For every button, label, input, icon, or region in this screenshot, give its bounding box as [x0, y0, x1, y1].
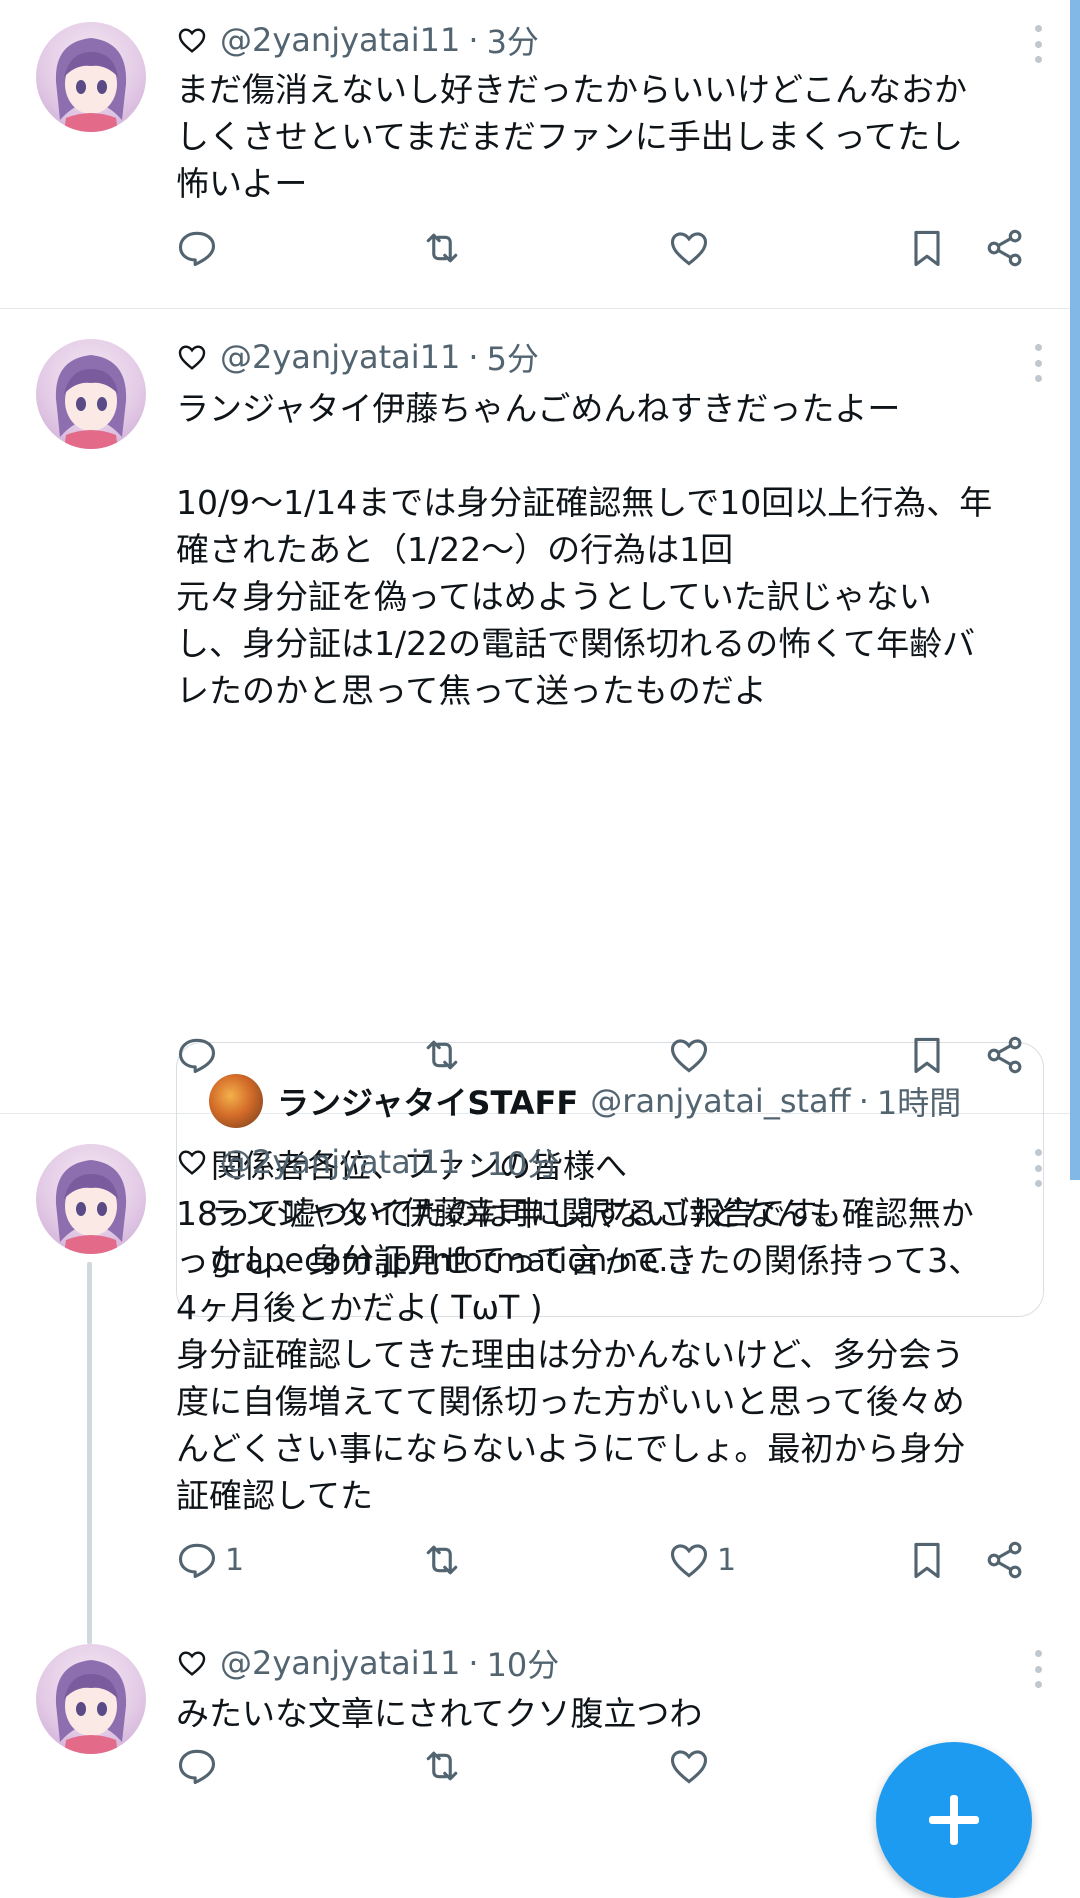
tweet-text: ランジャタイ伊藤ちゃんごめんねすきだったよー 10/9〜1/14までは身分証確認… — [176, 389, 993, 710]
compose-button[interactable] — [876, 1742, 1032, 1898]
retweet-button[interactable] — [420, 1033, 464, 1077]
retweet-button[interactable] — [420, 1538, 464, 1582]
avatar-image — [55, 1660, 127, 1754]
bookmark-icon — [914, 1542, 940, 1579]
retweet-button[interactable] — [420, 1744, 464, 1788]
share-button[interactable] — [983, 226, 1027, 270]
avatar[interactable] — [36, 1644, 146, 1754]
retweet-icon — [426, 1040, 458, 1070]
tweet[interactable]: @2yanjyatai11 · 5分 ランジャタイ伊藤ちゃんごめんねすきだったよ… — [0, 309, 1070, 1317]
more-vertical-icon[interactable] — [1032, 25, 1044, 63]
retweet-icon — [426, 233, 458, 263]
tweet-actions — [0, 1033, 1070, 1093]
separator-dot: · — [468, 1143, 479, 1181]
like-icon — [670, 1750, 708, 1784]
tweet-header: @2yanjyatai11 · 3分 — [176, 15, 539, 65]
like-button[interactable] — [667, 226, 717, 270]
heart-outline-icon — [178, 1150, 206, 1175]
tweet-header: @2yanjyatai11 · 10分 — [176, 1137, 559, 1187]
bookmark-button[interactable] — [905, 226, 949, 270]
tweet-time[interactable]: 3分 — [487, 17, 539, 63]
tweet-text: みたいな文章にされてクソ腹立つわ — [176, 1694, 703, 1733]
like-button[interactable] — [667, 1033, 717, 1077]
timeline-feed: @2yanjyatai11 · 3分 まだ傷消えないし好きだったからいいけどこん… — [0, 0, 1070, 1828]
like-count: 1 — [717, 1542, 737, 1578]
share-icon — [987, 229, 1022, 267]
retweet-button[interactable] — [420, 226, 464, 270]
like-button[interactable] — [667, 1744, 717, 1788]
user-handle[interactable]: @2yanjyatai11 — [220, 21, 460, 59]
bookmark-icon — [914, 230, 940, 267]
tweet-actions: 1 1 — [0, 1538, 1070, 1598]
share-button[interactable] — [983, 1538, 1027, 1582]
retweet-icon — [426, 1751, 458, 1781]
reply-count: 1 — [225, 1542, 245, 1578]
heart-outline-icon — [178, 28, 206, 53]
avatar-image — [55, 38, 127, 132]
heart-outline-icon — [178, 1651, 206, 1676]
tweet-actions — [0, 226, 1070, 286]
separator-dot: · — [468, 21, 479, 59]
like-button[interactable]: 1 — [667, 1538, 736, 1582]
reply-icon — [178, 1543, 216, 1579]
retweet-icon — [426, 1545, 458, 1575]
more-vertical-icon[interactable] — [1032, 1149, 1044, 1187]
like-icon — [670, 232, 708, 266]
tweet-header: @2yanjyatai11 · 10分 — [176, 1638, 559, 1688]
like-icon — [670, 1544, 708, 1578]
tweet-text: まだ傷消えないし好きだったからいいけどこんなおか しくさせといてまだまだファンに… — [176, 70, 968, 203]
reply-icon — [178, 1749, 216, 1785]
scrollbar[interactable] — [1070, 0, 1080, 1180]
reply-icon — [178, 1038, 216, 1074]
bookmark-button[interactable] — [905, 1033, 949, 1077]
share-button[interactable] — [983, 1033, 1027, 1077]
tweet-text: 18って嘘ついてたのは申し訳ないけどなんも確認無か ったし、身分証見せてって言っ… — [176, 1194, 982, 1515]
plus-icon-stroke — [950, 1795, 958, 1845]
tweet-time[interactable]: 10分 — [487, 1640, 560, 1686]
bookmark-icon — [914, 1037, 940, 1074]
reply-button[interactable]: 1 — [175, 1538, 244, 1582]
separator-dot: · — [468, 1644, 479, 1682]
tweet[interactable]: @2yanjyatai11 · 3分 まだ傷消えないし好きだったからいいけどこん… — [0, 0, 1070, 309]
reply-button[interactable] — [175, 1744, 225, 1788]
more-vertical-icon[interactable] — [1032, 1650, 1044, 1688]
reply-icon — [178, 231, 216, 267]
bookmark-button[interactable] — [905, 1538, 949, 1582]
share-icon — [987, 1036, 1022, 1074]
share-icon — [987, 1541, 1022, 1579]
tweet-time[interactable]: 10分 — [487, 1139, 560, 1185]
tweet[interactable]: @2yanjyatai11 · 10分 18って嘘ついてたのは申し訳ないけどなん… — [0, 1114, 1070, 1644]
like-icon — [670, 1039, 708, 1073]
user-handle[interactable]: @2yanjyatai11 — [220, 1143, 460, 1181]
tweet-actions — [0, 311, 1070, 371]
reply-button[interactable] — [175, 1033, 225, 1077]
user-handle[interactable]: @2yanjyatai11 — [220, 1644, 460, 1682]
avatar[interactable] — [36, 1144, 146, 1254]
avatar-image — [55, 1160, 127, 1254]
reply-button[interactable] — [175, 226, 225, 270]
avatar[interactable] — [36, 22, 146, 132]
